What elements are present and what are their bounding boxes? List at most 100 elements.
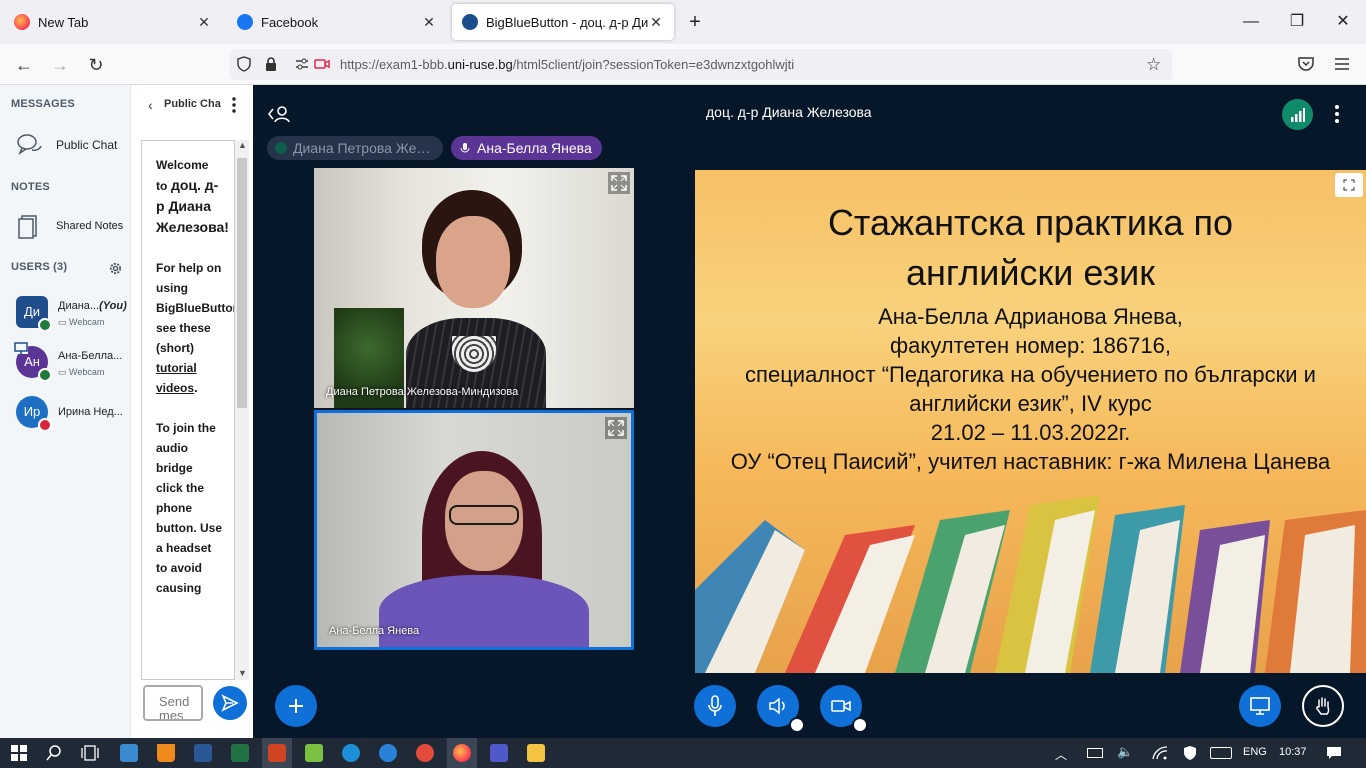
- internet-explorer-icon[interactable]: [342, 744, 360, 762]
- welcome-message: Welcome to доц. д-р Диана Железова! For …: [156, 158, 235, 595]
- webcam-video-active[interactable]: Ана-Белла Янева: [314, 410, 634, 650]
- audio-button[interactable]: [757, 685, 805, 733]
- hamburger-menu-icon[interactable]: [1334, 56, 1350, 72]
- excel-icon[interactable]: [231, 744, 249, 762]
- edge-icon[interactable]: [379, 744, 397, 762]
- firefox-icon: [453, 744, 471, 762]
- scroll-up-icon[interactable]: ▲: [238, 140, 247, 150]
- fullscreen-icon[interactable]: [605, 417, 627, 439]
- user-list-item[interactable]: Ди Диана...(You) ▭ Webcam: [16, 296, 128, 332]
- chat-title[interactable]: Public Cha: [164, 98, 221, 110]
- chevron-up-icon[interactable]: ︿: [1055, 746, 1067, 763]
- shared-notes-link[interactable]: Shared Notes: [16, 213, 123, 239]
- taskbar-active-item[interactable]: [262, 738, 292, 768]
- reload-icon[interactable]: ↻: [83, 52, 109, 78]
- webcam-username[interactable]: Диана Петрова Железова-Миндизова: [326, 386, 518, 398]
- avatar: Ир: [16, 396, 52, 432]
- gear-icon[interactable]: [108, 261, 123, 276]
- task-view-icon[interactable]: [80, 745, 100, 761]
- actions-plus-button[interactable]: [275, 685, 317, 727]
- microphone-button[interactable]: [694, 685, 736, 727]
- notifications-icon[interactable]: [1326, 746, 1342, 760]
- slide-fullscreen-button[interactable]: [1335, 173, 1363, 197]
- raise-hand-button[interactable]: [1302, 685, 1344, 727]
- lock-icon[interactable]: [264, 56, 278, 72]
- talking-indicator[interactable]: Ана-Белла Янева: [451, 136, 602, 160]
- webcam-username[interactable]: Ана-Белла Янева: [329, 625, 419, 637]
- keyboard-icon[interactable]: [1210, 747, 1232, 759]
- talker-name: Ана-Белла Янева: [477, 140, 592, 156]
- new-tab-plus-icon[interactable]: +: [683, 10, 707, 34]
- webcam-button[interactable]: [820, 685, 868, 733]
- meeting-area: доц. д-р Диана Железова Диана Петрова Же…: [253, 85, 1366, 738]
- close-icon[interactable]: ✕: [196, 14, 212, 31]
- send-button[interactable]: [213, 686, 247, 720]
- chat-message-input[interactable]: Send mes: [143, 685, 203, 721]
- input-language[interactable]: ENG: [1243, 746, 1267, 758]
- windows-start-icon[interactable]: [11, 745, 27, 761]
- toggle-userlist-icon[interactable]: [267, 104, 291, 124]
- wifi-icon[interactable]: [1152, 746, 1168, 760]
- volume-icon[interactable]: 🔈: [1117, 744, 1133, 760]
- talking-indicator[interactable]: Диана Петрова Же…: [267, 136, 443, 160]
- taskbar-active-item[interactable]: [447, 738, 477, 768]
- powerpoint-icon: [268, 744, 286, 762]
- browser-tab-bar: New Tab ✕ Facebook ✕ BigBlueButton - доц…: [0, 0, 1366, 44]
- shield-icon[interactable]: [236, 56, 252, 72]
- clock[interactable]: 10:37: [1279, 746, 1307, 758]
- close-icon[interactable]: ✕: [648, 14, 664, 31]
- avatar-initials: Ан: [24, 354, 40, 369]
- tab-facebook[interactable]: Facebook ✕: [227, 4, 447, 40]
- chevron-left-icon[interactable]: ‹: [148, 97, 153, 113]
- more-options-icon[interactable]: [231, 97, 237, 113]
- bookmark-star-icon[interactable]: ☆: [1146, 55, 1161, 75]
- security-shield-icon[interactable]: [1183, 745, 1197, 761]
- user-list-item[interactable]: Ир Ирина Нед...: [16, 396, 128, 432]
- camera-blocked-icon[interactable]: [314, 57, 330, 71]
- desktop-app-icon[interactable]: [120, 744, 138, 762]
- close-icon[interactable]: ✕: [421, 14, 437, 31]
- search-icon[interactable]: [46, 745, 62, 761]
- chat-scrollbar[interactable]: ▲ ▼: [235, 140, 249, 680]
- battery-icon[interactable]: [1087, 748, 1103, 758]
- public-chat-link[interactable]: Public Chat: [16, 133, 117, 157]
- chevron-down-icon[interactable]: [789, 717, 805, 733]
- firefox-icon: [14, 14, 30, 30]
- teams-icon[interactable]: [490, 744, 508, 762]
- permissions-icon[interactable]: [294, 56, 310, 72]
- face-shape: [436, 216, 510, 308]
- tab-label: BigBlueButton - доц. д-р Диана: [486, 14, 648, 30]
- user-status: ▭ Webcam: [58, 317, 105, 327]
- file-explorer-icon[interactable]: [527, 744, 545, 762]
- pocket-icon[interactable]: [1297, 56, 1315, 72]
- presentation-button[interactable]: [1239, 685, 1281, 727]
- forward-arrow-icon[interactable]: →: [47, 52, 73, 78]
- back-arrow-icon[interactable]: ←: [11, 52, 37, 78]
- slide-text: ОУ “Отец Паисий”, учител наставник: г-жа…: [730, 449, 1331, 474]
- chat-bubbles-icon: [16, 133, 44, 157]
- webcam-video[interactable]: Диана Петрова Железова-Миндизова: [314, 168, 634, 408]
- browser-nav-bar: ← → ↻ https://exam1-bbb.uni-ruse.bg/html…: [0, 44, 1366, 85]
- user-list-item[interactable]: Ан Ана-Белла... ▭ Webcam: [14, 342, 128, 382]
- vlc-icon[interactable]: [157, 744, 175, 762]
- user-list-panel: MESSAGES Public Chat NOTES Shared Notes …: [0, 85, 130, 738]
- app-icon[interactable]: [416, 744, 434, 762]
- user-name: Ирина Нед...: [58, 406, 123, 418]
- minimize-icon[interactable]: —: [1239, 10, 1263, 34]
- tab-new-tab[interactable]: New Tab ✕: [4, 4, 222, 40]
- connection-status-button[interactable]: [1282, 99, 1313, 130]
- tutorial-videos-link[interactable]: tutorial videos: [156, 361, 197, 395]
- microphone-icon: [459, 142, 471, 154]
- slide-title: английски език: [906, 252, 1155, 293]
- chevron-down-icon[interactable]: [852, 717, 868, 733]
- notes-app-icon[interactable]: [305, 744, 323, 762]
- tab-bigbluebutton[interactable]: BigBlueButton - доц. д-р Диана ✕: [452, 4, 674, 40]
- scroll-down-icon[interactable]: ▼: [238, 668, 247, 678]
- word-icon[interactable]: [194, 744, 212, 762]
- fullscreen-icon[interactable]: [608, 172, 630, 194]
- restore-icon[interactable]: ❐: [1285, 10, 1309, 34]
- address-bar[interactable]: https://exam1-bbb.uni-ruse.bg/html5clien…: [230, 49, 1172, 80]
- options-menu-icon[interactable]: [1334, 105, 1340, 123]
- window-close-icon[interactable]: ✕: [1331, 10, 1355, 34]
- microphone-icon: [707, 695, 723, 717]
